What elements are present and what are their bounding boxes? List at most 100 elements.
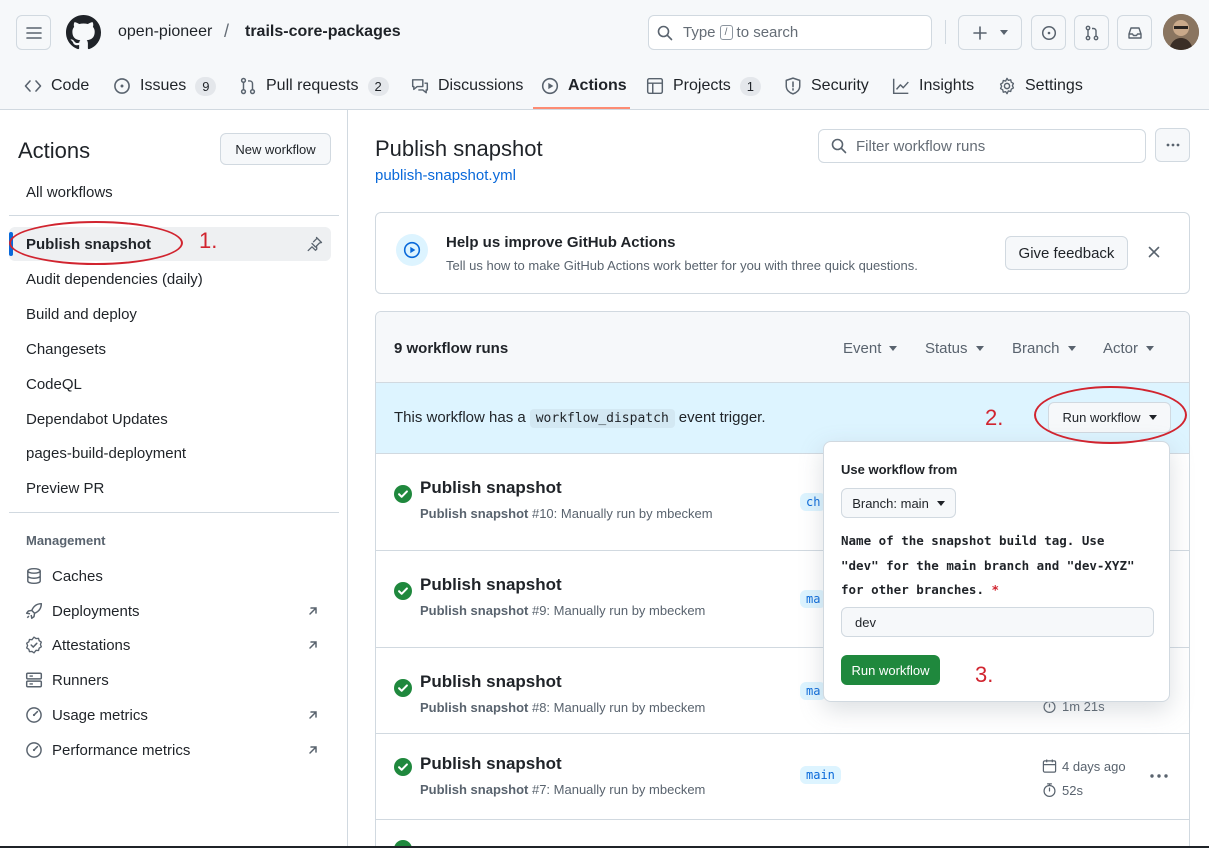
tab-actions[interactable]: Actions (541, 66, 627, 106)
filter-label: Branch (1012, 340, 1060, 357)
play-icon (541, 77, 559, 95)
sidebar-item-usage-metrics[interactable]: Usage metrics (24, 700, 324, 730)
create-new-button[interactable] (958, 15, 1022, 50)
projects-count-badge: 1 (739, 76, 762, 96)
run-title[interactable]: Publish snapshot (420, 754, 562, 774)
play-icon (396, 234, 428, 266)
actor-filter[interactable]: Actor (1103, 340, 1155, 357)
run-subtitle: Publish snapshot #7: Manually run by mbe… (420, 782, 705, 797)
annotation-number: 3. (975, 662, 994, 687)
sidebar-item-pages-build-deployment[interactable]: pages-build-deployment (9, 436, 331, 470)
give-feedback-button[interactable]: Give feedback (1005, 236, 1128, 270)
menu-button[interactable] (16, 15, 51, 50)
stopwatch-icon (1043, 783, 1056, 797)
annotation-ellipse (9, 221, 183, 265)
tab-issues[interactable]: Issues 9 (113, 66, 217, 106)
more-options-button[interactable] (1155, 128, 1190, 162)
external-link-icon (309, 607, 317, 615)
tab-label: Issues (140, 77, 187, 94)
tab-label: Settings (1025, 77, 1083, 94)
sidebar-item-caches[interactable]: Caches (24, 561, 324, 591)
chevron-down-icon (1146, 346, 1155, 351)
tab-security[interactable]: Security (784, 66, 869, 106)
kebab-horizontal-icon (1166, 143, 1179, 147)
tab-label: Projects (673, 77, 731, 94)
kebab-horizontal-icon[interactable] (1149, 768, 1169, 784)
description-line: for other branches. (841, 582, 984, 597)
issues-button[interactable] (1031, 15, 1066, 50)
sidebar-item-deployments[interactable]: Deployments (24, 596, 324, 626)
tab-projects[interactable]: Projects 1 (646, 66, 762, 106)
sidebar-item-label: Caches (52, 567, 103, 585)
run-workflow-name: Publish snapshot (420, 700, 529, 715)
sidebar-item-runners[interactable]: Runners (24, 665, 324, 695)
branch-filter[interactable]: Branch (1012, 340, 1076, 357)
status-filter[interactable]: Status (925, 340, 984, 357)
run-title[interactable]: Publish snapshot (420, 672, 562, 692)
run-title[interactable]: Publish snapshot (420, 575, 562, 595)
close-icon[interactable] (1146, 244, 1162, 260)
calendar-icon (1042, 759, 1057, 773)
run-title[interactable]: Publish snapshot (420, 478, 562, 498)
snapshot-tag-input[interactable]: dev (841, 607, 1154, 637)
sidebar-divider (9, 512, 339, 513)
tab-label: Insights (919, 77, 975, 94)
database-icon (27, 567, 41, 585)
sidebar-item-attestations[interactable]: Attestations (24, 630, 324, 660)
branch-label[interactable]: main (800, 766, 841, 784)
tab-label: Actions (568, 77, 627, 94)
new-workflow-button[interactable]: New workflow (220, 133, 331, 165)
tab-settings[interactable]: Settings (998, 66, 1083, 106)
tab-discussions[interactable]: Discussions (411, 66, 523, 106)
pin-icon[interactable] (307, 236, 323, 252)
chevron-down-icon (975, 346, 984, 351)
run-workflow-submit-button[interactable]: Run workflow (841, 655, 940, 685)
inbox-button[interactable] (1117, 15, 1152, 50)
tab-code[interactable]: Code (24, 66, 89, 106)
annotation-ellipse (1034, 386, 1187, 444)
sidebar-item-build-and-deploy[interactable]: Build and deploy (9, 297, 331, 331)
table-row[interactable] (376, 820, 1189, 848)
run-workflow-name: Publish snapshot (420, 603, 529, 618)
dispatch-text-before: This workflow has a (394, 409, 526, 426)
workflow-file-link[interactable]: publish-snapshot.yml (375, 167, 516, 184)
sidebar-item-all-workflows[interactable]: All workflows (9, 175, 331, 209)
github-logo-icon[interactable] (66, 15, 101, 50)
sidebar-item-changesets[interactable]: Changesets (9, 332, 331, 366)
sidebar-item-label: Attestations (52, 636, 131, 654)
tab-insights[interactable]: Insights (892, 66, 974, 106)
tab-label: Discussions (438, 77, 524, 94)
filter-label: Actor (1103, 340, 1139, 357)
dispatch-text: This workflow has a workflow_dispatch even… (394, 409, 766, 428)
code-icon (24, 80, 42, 92)
sidebar-title: Actions (18, 138, 91, 163)
sidebar-item-dependabot-updates[interactable]: Dependabot Updates (9, 402, 331, 436)
pull-requests-button[interactable] (1074, 15, 1109, 50)
search-input[interactable]: Type / to search (648, 15, 932, 50)
event-filter[interactable]: Event (843, 340, 898, 357)
meter-icon (26, 742, 42, 758)
sidebar-item-performance-metrics[interactable]: Performance metrics (24, 735, 324, 765)
header-divider (945, 20, 946, 44)
branch-select-button[interactable]: Branch: main (841, 488, 956, 518)
filter-runs-input[interactable]: Filter workflow runs (818, 129, 1146, 163)
table-row[interactable]: Publish snapshot Publish snapshot #7: Ma… (376, 734, 1189, 820)
run-date: 4 days ago (1042, 758, 1126, 774)
branch-select-label: Branch: main (852, 495, 929, 511)
breadcrumb-owner[interactable]: open-pioneer (118, 23, 212, 41)
run-subtitle: Publish snapshot #9: Manually run by mbe… (420, 603, 705, 618)
avatar[interactable] (1163, 14, 1199, 50)
active-tab-indicator (533, 107, 630, 109)
description-line: "dev" for the main branch and "dev-XYZ" (841, 557, 1135, 573)
sidebar-item-preview-pr[interactable]: Preview PR (9, 471, 331, 505)
tab-pull-requests[interactable]: Pull requests 2 (239, 66, 389, 106)
chevron-down-icon (1067, 346, 1076, 351)
sidebar-item-codeql[interactable]: CodeQL (9, 367, 331, 401)
banner-title: Help us improve GitHub Actions (446, 234, 676, 251)
breadcrumb-repo[interactable]: trails-core-packages (245, 23, 401, 41)
banner-subtitle: Tell us how to make GitHub Actions work … (446, 258, 918, 273)
rocket-icon (25, 602, 43, 620)
tab-label: Code (51, 77, 90, 94)
chevron-down-icon (889, 346, 898, 351)
sidebar-item-audit-dependencies[interactable]: Audit dependencies (daily) (9, 262, 331, 296)
